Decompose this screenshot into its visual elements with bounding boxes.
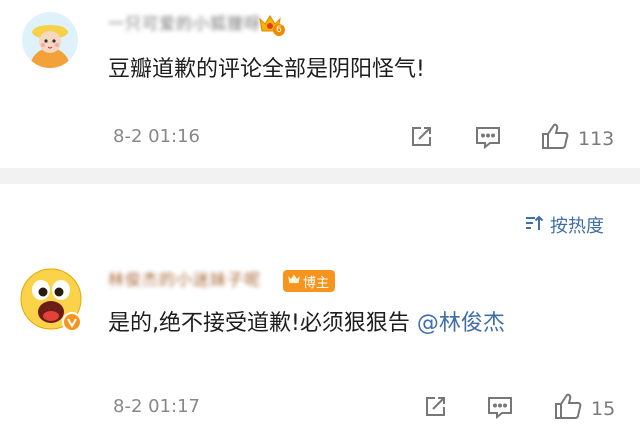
share-button[interactable] [408,124,434,155]
comment-item: 一只可爱的小狐狸呀 6 豆瓣道歉的评论全部是阴阳怪气! 8-2 01:16 11… [0,0,640,168]
reply-button[interactable] [474,124,502,155]
share-icon [408,124,434,155]
username[interactable]: 林俊杰的小迷妹子呢 [108,266,261,290]
comment-icon [474,124,502,155]
thumbs-up-icon [540,122,570,155]
like-button[interactable]: 113 [540,122,614,155]
comment-time: 8-2 01:16 [113,126,200,147]
section-divider [0,168,640,184]
comment-text: 是的,绝不接受道歉!必须狠狠告 @林俊杰 [108,306,618,342]
comment-text: 豆瓣道歉的评论全部是阴阳怪气! [108,57,425,82]
sort-button[interactable]: 按热度 [524,212,604,238]
username[interactable]: 一只可爱的小狐狸呀 [108,10,261,34]
thumbs-up-icon [553,392,583,425]
sort-label: 按热度 [550,216,604,237]
verified-v-icon [62,312,82,332]
comment-item: 林俊杰的小迷妹子呢 博主 是的,绝不接受道歉!必须狠狠告 @林俊杰 8-2 01… [0,250,640,434]
comment-body: 是的,绝不接受道歉!必须狠狠告 [108,311,410,336]
avatar[interactable] [22,12,78,68]
reply-button[interactable] [486,394,514,425]
share-button[interactable] [422,394,448,425]
mention-link[interactable]: @林俊杰 [417,311,505,336]
share-icon [422,394,448,425]
like-count: 15 [591,397,616,420]
badge-label: 博主 [303,275,330,291]
crown-icon [287,272,301,290]
sort-icon [524,214,544,237]
blogger-badge: 博主 [283,270,336,292]
comment-icon [486,394,514,425]
like-count: 113 [578,127,615,150]
like-button[interactable]: 15 [553,392,615,425]
comment-time: 8-2 01:17 [113,396,200,417]
vip-level: 6 [273,24,285,36]
